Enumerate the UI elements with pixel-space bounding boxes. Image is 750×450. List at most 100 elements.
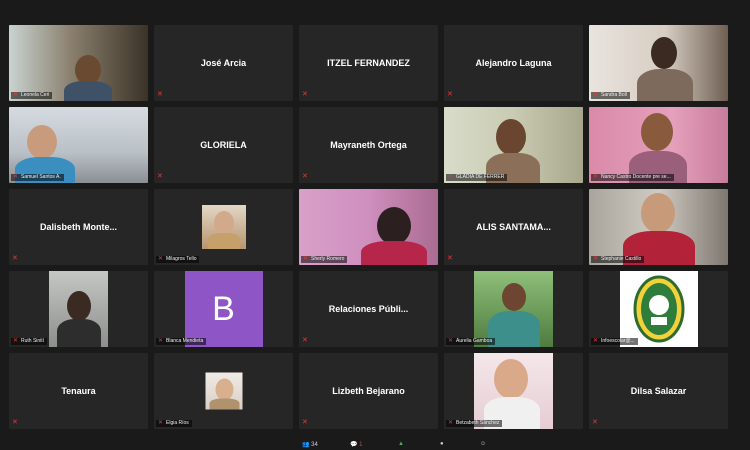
muted-mic-icon: ✕ — [12, 419, 18, 426]
participant-name: Leonela Ceri — [21, 92, 50, 98]
participant-name-label: ✕ Elgia Ríos — [156, 420, 192, 427]
muted-mic-icon: ✕ — [157, 173, 163, 180]
participant-name-label: ✕ Blanca Mendieta — [156, 338, 207, 345]
participant-name-label: ✕ Milagros Tello — [156, 256, 200, 263]
participant-tile[interactable]: ✕ Stephanie Castillo — [589, 189, 728, 265]
participant-name: Milagros Tello — [166, 256, 197, 262]
participant-tile[interactable]: Dalisbeth Monte... ✕ — [9, 189, 148, 265]
share-screen-button[interactable]: ▲ — [398, 441, 404, 448]
participant-name: Sherly Romero — [311, 256, 345, 262]
muted-mic-icon: ✕ — [448, 338, 454, 344]
muted-mic-icon: ✕ — [157, 91, 163, 98]
participant-tile[interactable]: B ✕ Blanca Mendieta — [154, 271, 293, 347]
participant-name-label: ✕ Sandra Bolí — [591, 92, 631, 99]
participant-tile[interactable]: ✕ Sherly Romero — [299, 189, 438, 265]
participant-name: Mayraneth Ortega — [330, 140, 407, 150]
school-logo-icon — [633, 275, 684, 343]
participant-name: Nancy Castro Docente pre se... — [601, 174, 671, 180]
participant-tile[interactable]: ALIS SANTAMA... ✕ — [444, 189, 583, 265]
participant-name: Elgia Ríos — [166, 420, 189, 426]
muted-mic-icon: ✕ — [302, 337, 308, 344]
participant-tile[interactable]: ✕ Aurelia Gamboa — [444, 271, 583, 347]
chat-icon: 💬 — [350, 442, 358, 448]
participant-tile[interactable]: ✕ Samuel Santos A. — [9, 107, 148, 183]
muted-mic-icon: ✕ — [158, 420, 164, 426]
participant-tile-active-speaker[interactable]: ✕ GLADIA DE FERRER — [444, 107, 583, 183]
muted-mic-icon: ✕ — [13, 92, 19, 98]
participant-name: ITZEL FERNANDEZ — [327, 58, 410, 68]
meeting-toolbar: 👥 34 💬 1 ▲ ● ☺ — [0, 438, 750, 450]
muted-mic-icon: ✕ — [593, 338, 599, 344]
participant-tile[interactable]: ✕ Leonela Ceri — [9, 25, 148, 101]
participant-tile[interactable]: GLORIELA ✕ — [154, 107, 293, 183]
participant-tile[interactable]: Lizbeth Bejarano ✕ — [299, 353, 438, 429]
participant-name-label: ✕ Ruth Sinití — [11, 338, 48, 345]
participants-icon: 👥 — [302, 442, 310, 448]
muted-mic-icon: ✕ — [302, 173, 308, 180]
participant-name: Infoescolar@... — [601, 338, 635, 344]
participant-name: Sandra Bolí — [601, 92, 628, 98]
participant-tile[interactable]: Mayraneth Ortega ✕ — [299, 107, 438, 183]
participant-tile[interactable]: ✕ Ruth Sinití — [9, 271, 148, 347]
participant-name-label: ✕ Nancy Castro Docente pre se... — [591, 174, 674, 181]
muted-mic-icon: ✕ — [12, 255, 18, 262]
profile-photo — [205, 372, 242, 410]
participant-tile[interactable]: Dilsa Salazar ✕ — [589, 353, 728, 429]
record-icon: ● — [440, 441, 444, 447]
participant-tile[interactable]: ✕ Elgia Ríos — [154, 353, 293, 429]
participant-tile[interactable]: Alejandro Laguna ✕ — [444, 25, 583, 101]
record-button[interactable]: ● — [440, 441, 444, 448]
participant-name: Betzabeth Sánchez — [456, 420, 500, 426]
participant-name-label: ✕ GLADIA DE FERRER — [446, 174, 508, 181]
muted-mic-icon: ✕ — [593, 92, 599, 98]
participant-tile[interactable]: ✕ Infoescolar@... — [589, 271, 728, 347]
participant-name: José Arcia — [200, 58, 247, 68]
video-grid: ✕ Leonela Ceri José Arcia ✕ ITZEL FERNAND… — [9, 25, 730, 429]
muted-mic-icon: ✕ — [302, 419, 308, 426]
participant-name-label: ✕ Betzabeth Sánchez — [446, 420, 503, 427]
muted-mic-icon: ✕ — [158, 256, 164, 262]
participant-name: Relaciones Públi... — [328, 304, 409, 314]
participant-name: Tenaura — [61, 386, 96, 396]
muted-mic-icon: ✕ — [302, 91, 308, 98]
participant-name-label: ✕ Samuel Santos A. — [11, 174, 64, 181]
profile-photo — [201, 205, 246, 249]
avatar-letter: B — [184, 271, 263, 347]
muted-mic-icon: ✕ — [447, 91, 453, 98]
participant-tile[interactable]: ✕ Betzabeth Sánchez — [444, 353, 583, 429]
share-screen-icon: ▲ — [398, 441, 404, 447]
participant-name-label: ✕ Sherly Romero — [301, 256, 348, 263]
participant-name: Alejandro Laguna — [475, 58, 552, 68]
participant-tile[interactable]: ✕ Milagros Tello — [154, 189, 293, 265]
muted-mic-icon: ✕ — [158, 338, 164, 344]
participant-name: Ruth Sinití — [21, 338, 45, 344]
participant-name: Aurelia Gamboa — [456, 338, 493, 344]
muted-mic-icon: ✕ — [448, 174, 454, 180]
muted-mic-icon: ✕ — [447, 255, 453, 262]
muted-mic-icon: ✕ — [593, 256, 599, 262]
participant-name: Dilsa Salazar — [630, 386, 687, 396]
participant-name: ALIS SANTAMA... — [476, 222, 551, 232]
muted-mic-icon: ✕ — [303, 256, 309, 262]
muted-mic-icon: ✕ — [13, 338, 19, 344]
muted-mic-icon: ✕ — [13, 174, 19, 180]
participant-tile[interactable]: ✕ Sandra Bolí — [589, 25, 728, 101]
participant-name: Lizbeth Bejarano — [332, 386, 405, 396]
participant-tile[interactable]: José Arcia ✕ — [154, 25, 293, 101]
participant-tile[interactable]: Relaciones Públi... ✕ — [299, 271, 438, 347]
muted-mic-icon: ✕ — [592, 419, 598, 426]
participant-tile[interactable]: ITZEL FERNANDEZ ✕ — [299, 25, 438, 101]
reactions-icon: ☺ — [480, 441, 487, 447]
participants-button[interactable]: 👥 34 — [302, 441, 318, 448]
chat-button[interactable]: 💬 1 — [350, 441, 363, 448]
school-logo — [619, 271, 698, 347]
participant-name-label: ✕ Stephanie Castillo — [591, 256, 645, 263]
participant-name-label: ✕ Aurelia Gamboa — [446, 338, 496, 345]
participant-name: GLORIELA — [200, 140, 247, 150]
avatar-initial: B — [212, 289, 235, 328]
participant-tile[interactable]: Tenaura ✕ — [9, 353, 148, 429]
reactions-button[interactable]: ☺ — [480, 441, 486, 448]
participant-name: Dalisbeth Monte... — [39, 222, 117, 232]
participant-tile[interactable]: ✕ Nancy Castro Docente pre se... — [589, 107, 728, 183]
participant-name: Blanca Mendieta — [166, 338, 204, 344]
